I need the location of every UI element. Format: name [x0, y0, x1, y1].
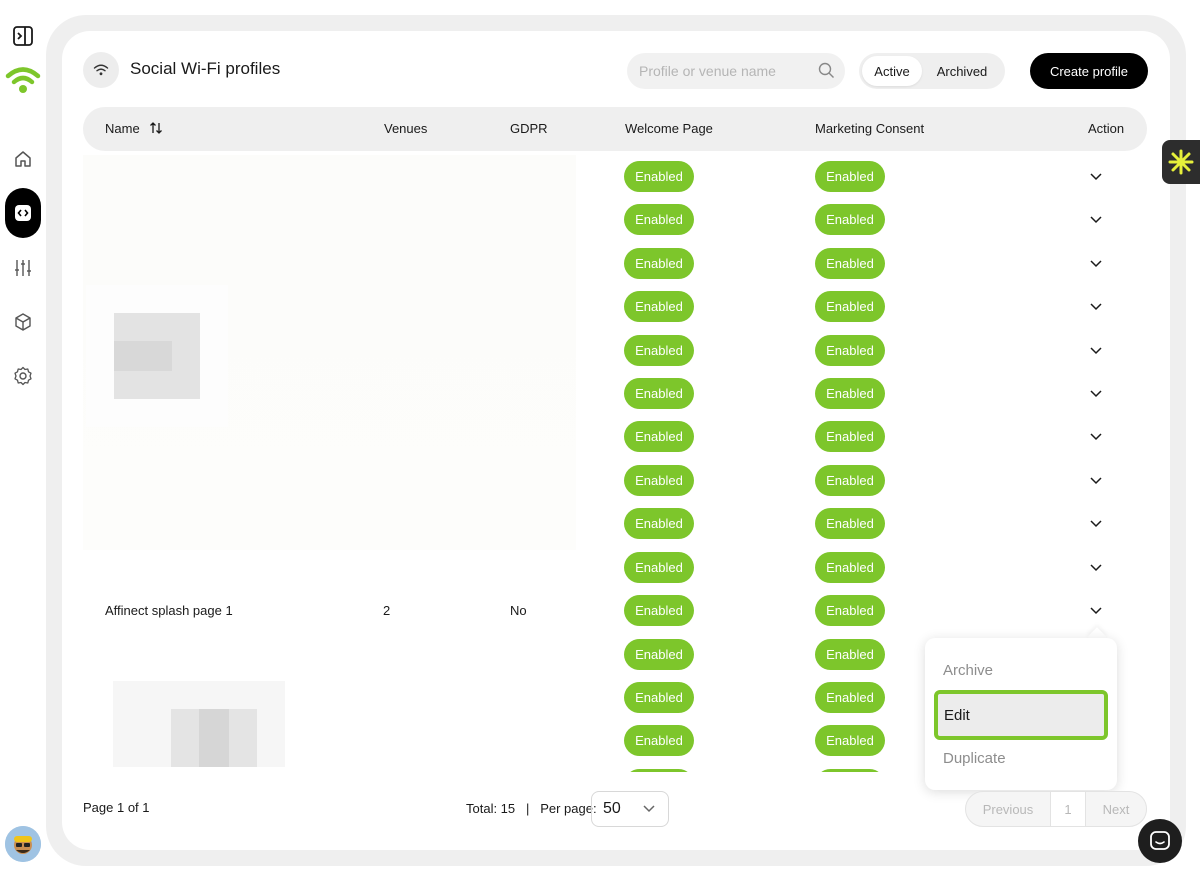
table-row: Enabled Enabled	[83, 459, 1147, 502]
chat-icon[interactable]	[1138, 819, 1182, 863]
column-header-name[interactable]: Name	[105, 121, 163, 136]
chevron-down-icon[interactable]	[1089, 169, 1103, 187]
welcome-page-status-badge: Enabled	[624, 291, 694, 322]
welcome-page-status-badge: Enabled	[624, 639, 694, 670]
marketing-consent-status-badge: Enabled	[815, 508, 885, 539]
marketing-consent-status-badge: Enabled	[815, 595, 885, 626]
page-number[interactable]: 1	[1050, 792, 1086, 826]
menu-item-archive[interactable]: Archive	[943, 662, 993, 679]
code-icon[interactable]	[5, 188, 41, 238]
table-row: Affinect splash page 1 2 No Enabled Enabled	[83, 589, 1147, 632]
marketing-consent-status-badge: Enabled	[815, 248, 885, 279]
cell-name: Affinect splash page 1	[105, 603, 233, 618]
avatar[interactable]	[5, 826, 41, 862]
column-header-welcome-page: Welcome Page	[625, 121, 713, 136]
marketing-consent-status-badge: Enabled	[815, 465, 885, 496]
welcome-page-status-badge: Enabled	[624, 682, 694, 713]
chevron-down-icon	[643, 805, 655, 813]
marketing-consent-status-badge: Enabled	[815, 552, 885, 583]
toggle-archived[interactable]: Archived	[922, 56, 1002, 86]
marketing-consent-status-badge: Enabled	[815, 769, 885, 772]
welcome-page-status-badge: Enabled	[624, 465, 694, 496]
status-toggle: Active Archived	[859, 53, 1005, 89]
welcome-page-status-badge: Enabled	[624, 725, 694, 756]
chevron-down-icon[interactable]	[1089, 473, 1103, 491]
per-page-value: 50	[603, 800, 621, 817]
chevron-down-icon[interactable]	[1089, 516, 1103, 534]
table-header: Name Venues GDPR Welcome Page Marketing …	[83, 107, 1147, 151]
welcome-page-status-badge: Enabled	[624, 161, 694, 192]
table-row: Enabled Enabled	[83, 415, 1147, 458]
welcome-page-status-badge: Enabled	[624, 335, 694, 366]
table-row: Enabled Enabled	[83, 329, 1147, 372]
chevron-down-icon[interactable]	[1089, 560, 1103, 578]
table-row: Enabled Enabled	[83, 285, 1147, 328]
sparkle-icon[interactable]	[1162, 140, 1200, 184]
cube-icon[interactable]	[5, 304, 41, 340]
column-header-gdpr: GDPR	[510, 121, 548, 136]
toggle-active[interactable]: Active	[862, 56, 922, 86]
search-icon[interactable]	[818, 62, 835, 79]
chevron-down-icon[interactable]	[1089, 212, 1103, 230]
welcome-page-status-badge: Enabled	[624, 248, 694, 279]
home-icon[interactable]	[5, 141, 41, 177]
welcome-page-status-badge: Enabled	[624, 421, 694, 452]
previous-button[interactable]: Previous	[966, 792, 1050, 826]
total-count: Total: 15 | Per page:	[466, 801, 597, 816]
chevron-down-icon[interactable]	[1089, 299, 1103, 317]
table-row: Enabled Enabled	[83, 155, 1147, 198]
chevron-down-icon[interactable]	[1089, 429, 1103, 447]
marketing-consent-status-badge: Enabled	[815, 725, 885, 756]
menu-item-duplicate[interactable]: Duplicate	[943, 750, 1006, 767]
marketing-consent-status-badge: Enabled	[815, 335, 885, 366]
marketing-consent-status-badge: Enabled	[815, 204, 885, 235]
search-box	[627, 53, 845, 89]
per-page-select[interactable]: 50	[591, 791, 669, 827]
search-input[interactable]	[639, 63, 809, 79]
table-row: Enabled Enabled	[83, 198, 1147, 241]
chevron-down-icon[interactable]	[1089, 386, 1103, 404]
column-header-marketing-consent: Marketing Consent	[815, 121, 925, 136]
sliders-icon[interactable]	[5, 250, 41, 286]
pagination: Previous 1 Next	[965, 791, 1147, 827]
marketing-consent-status-badge: Enabled	[815, 378, 885, 409]
chevron-down-icon[interactable]	[1089, 256, 1103, 274]
wifi-icon	[83, 52, 119, 88]
next-button[interactable]: Next	[1086, 792, 1146, 826]
sidebar-toggle-icon[interactable]	[5, 18, 41, 54]
marketing-consent-status-badge: Enabled	[815, 291, 885, 322]
cell-gdpr: No	[510, 603, 527, 618]
left-rail	[0, 0, 46, 880]
table-row: Enabled Enabled	[83, 502, 1147, 545]
marketing-consent-status-badge: Enabled	[815, 421, 885, 452]
create-profile-button[interactable]: Create profile	[1030, 53, 1148, 89]
welcome-page-status-badge: Enabled	[624, 508, 694, 539]
marketing-consent-status-badge: Enabled	[815, 639, 885, 670]
welcome-page-status-badge: Enabled	[624, 204, 694, 235]
sort-icon[interactable]	[149, 121, 163, 135]
marketing-consent-status-badge: Enabled	[815, 161, 885, 192]
marketing-consent-status-badge: Enabled	[815, 682, 885, 713]
chevron-down-icon[interactable]	[1089, 343, 1103, 361]
cell-venues: 2	[383, 603, 391, 618]
wifi-logo-icon[interactable]	[5, 62, 41, 98]
gear-icon[interactable]	[5, 358, 41, 394]
welcome-page-status-badge: Enabled	[624, 378, 694, 409]
menu-item-edit[interactable]: Edit	[934, 690, 1108, 740]
table-row: Enabled Enabled	[83, 372, 1147, 415]
chevron-down-icon[interactable]	[1089, 603, 1103, 621]
page-indicator: Page 1 of 1	[83, 800, 150, 815]
welcome-page-status-badge: Enabled	[624, 595, 694, 626]
table-row: Enabled Enabled	[83, 546, 1147, 589]
page-title: Social Wi-Fi profiles	[130, 59, 281, 78]
table-row: Enabled Enabled	[83, 242, 1147, 285]
column-header-venues: Venues	[384, 121, 428, 136]
column-header-action: Action	[1088, 121, 1125, 136]
welcome-page-status-badge: Enabled	[624, 769, 694, 772]
welcome-page-status-badge: Enabled	[624, 552, 694, 583]
